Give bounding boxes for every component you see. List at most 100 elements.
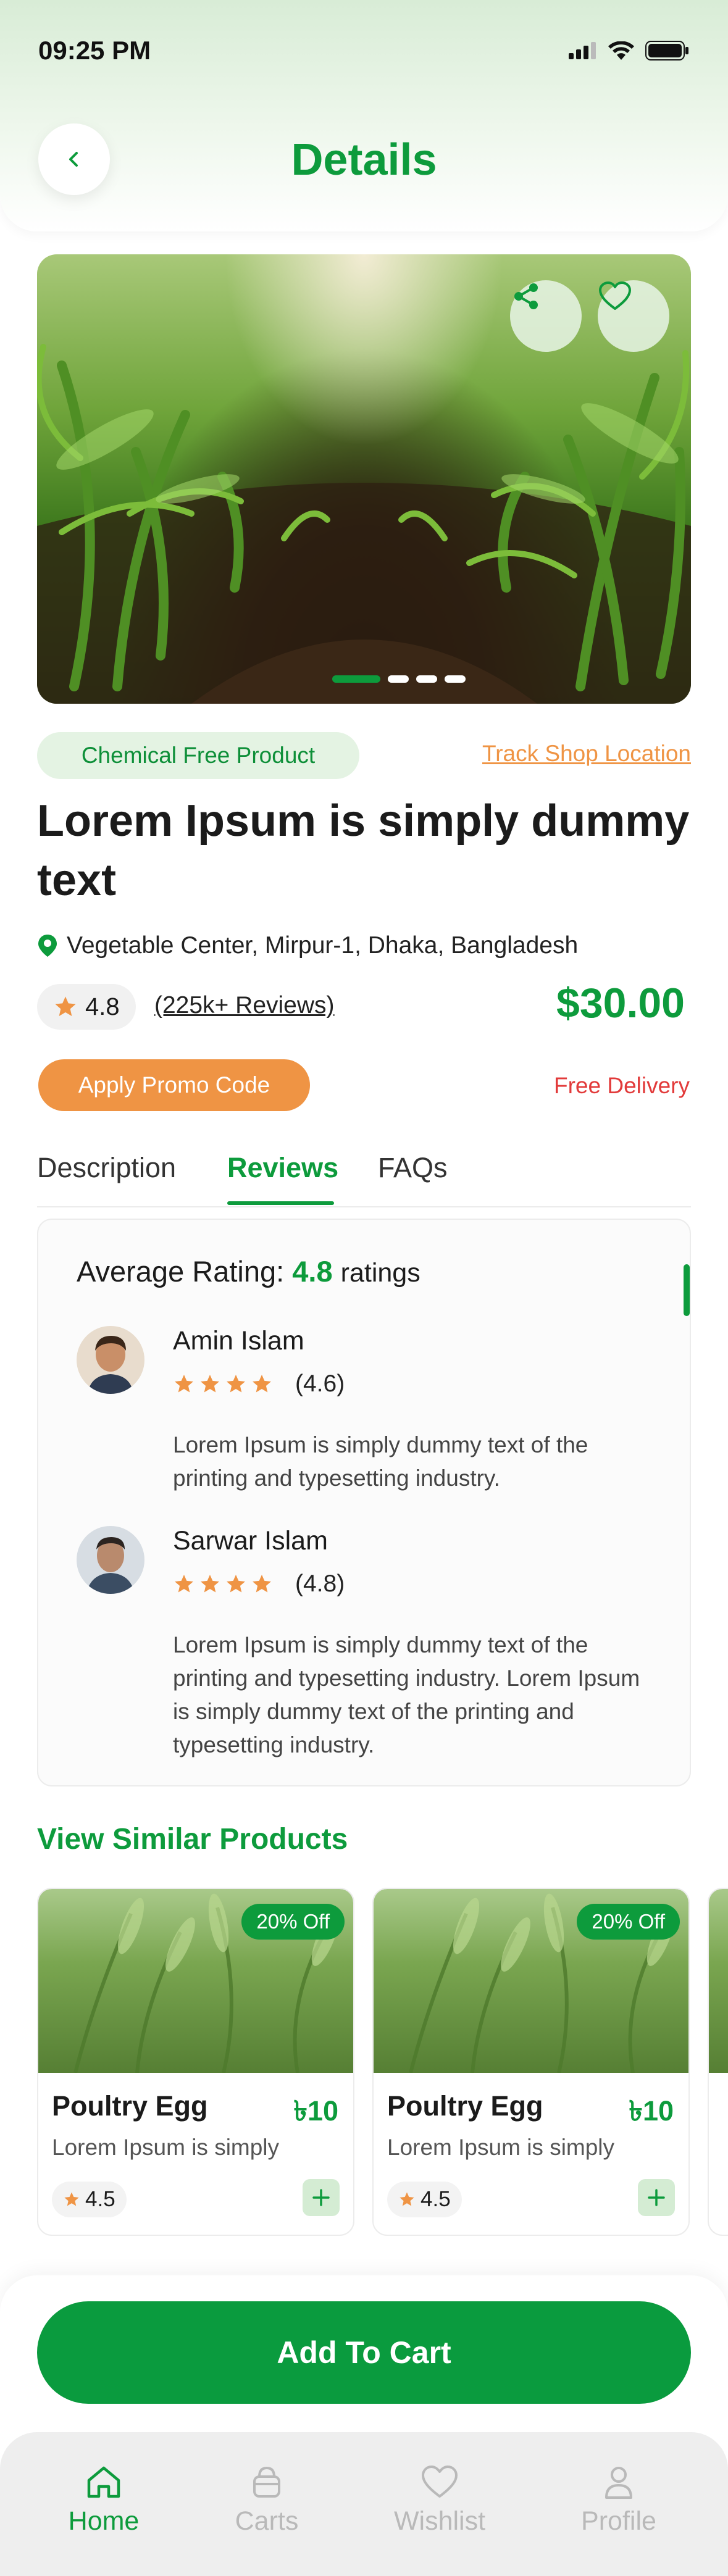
track-shop-location-link[interactable]: Track Shop Location [482, 741, 691, 767]
average-rating: Average Rating: 4.8 ratings [77, 1254, 420, 1288]
star-icon [55, 996, 76, 1016]
carousel-dots [332, 675, 466, 683]
star-icon [64, 2192, 79, 2206]
star-icon [253, 1375, 271, 1393]
review-stars: (4.6) [173, 1370, 345, 1398]
plus-icon [312, 2189, 330, 2206]
user-icon [605, 2467, 632, 2499]
scrollbar-thumb[interactable] [684, 1264, 690, 1316]
review-stars: (4.8) [173, 1570, 345, 1598]
product-tag-badge: Chemical Free Product [37, 732, 359, 779]
star-icon [201, 1575, 219, 1593]
review-score: (4.6) [295, 1370, 345, 1397]
product-card-price: ৳10 [293, 2095, 338, 2127]
average-rating-value: 4.8 [292, 1255, 333, 1288]
product-card-rating: 4.5 [52, 2182, 127, 2217]
home-icon [87, 2466, 120, 2498]
star-icon [253, 1575, 271, 1593]
product-card-name: Poultry Egg [387, 2090, 543, 2122]
review-item: Sarwar Islam (4.8) Lorem Ipsum is simply… [77, 1526, 669, 1761]
plus-icon [648, 2189, 665, 2206]
active-tab-indicator [227, 1201, 334, 1205]
product-card-peek[interactable] [708, 1888, 728, 2236]
add-to-cart-small-button[interactable] [303, 2179, 340, 2216]
header: 09:25 PM Details [0, 0, 728, 231]
reviews-count-link[interactable]: (225k+ Reviews) [154, 992, 335, 1019]
location-pin-icon [38, 935, 57, 957]
heart-icon [422, 2466, 458, 2498]
product-card-price: ৳10 [629, 2095, 674, 2127]
average-rating-label: Average Rating: [77, 1255, 285, 1288]
product-card-image: 20% Off [38, 1889, 353, 2073]
product-image-carousel[interactable] [37, 254, 691, 704]
signal-icon [569, 42, 596, 59]
detail-tabs: Description Reviews FAQs [37, 1152, 691, 1207]
tab-faqs[interactable]: FAQs [378, 1152, 448, 1184]
heart-icon [599, 281, 631, 310]
tab-description[interactable]: Description [37, 1152, 176, 1184]
discount-badge: 20% Off [241, 1904, 345, 1940]
review-item: Amin Islam (4.6) Lorem Ipsum is simply d… [77, 1326, 669, 1505]
reviewer-name: Amin Islam [173, 1326, 304, 1356]
product-card-rating-value: 4.5 [85, 2187, 115, 2211]
product-title: Lorem Ipsum is simply dummy text [37, 796, 690, 905]
share-button[interactable] [510, 280, 582, 352]
nav-label: Profile [581, 2506, 656, 2536]
product-price: $30.00 [556, 980, 685, 1027]
product-card-name: Poultry Egg [52, 2090, 208, 2122]
corn-field-illustration [37, 344, 691, 704]
product-card-description: Lorem Ipsum is simply [52, 2135, 280, 2160]
carousel-dot[interactable] [332, 675, 380, 683]
add-to-cart-small-button[interactable] [638, 2179, 675, 2216]
apply-promo-code-button[interactable]: Apply Promo Code [38, 1059, 310, 1111]
wifi-icon [608, 41, 634, 60]
reviewer-name: Sarwar Islam [173, 1526, 328, 1556]
discount-badge: 20% Off [577, 1904, 680, 1940]
carousel-dot[interactable] [445, 675, 466, 683]
star-icon [227, 1375, 245, 1393]
nav-item-carts[interactable]: Carts [199, 2464, 335, 2536]
review-text: Lorem Ipsum is simply dummy text of the … [173, 1632, 640, 1757]
carousel-dot[interactable] [416, 675, 437, 683]
star-icon [175, 1375, 193, 1393]
product-card[interactable]: 20% Off Poultry Egg ৳10 Lorem Ipsum is s… [372, 1888, 690, 2236]
bottom-navigation: Home Carts Wishlist Profile [0, 2432, 728, 2576]
carousel-dot[interactable] [388, 675, 409, 683]
nav-label: Wishlist [393, 2506, 486, 2536]
reviews-panel: Average Rating: 4.8 ratings Amin Islam (… [37, 1219, 691, 1786]
status-time: 09:25 PM [38, 36, 151, 65]
star-icon [201, 1375, 219, 1393]
location-text: Vegetable Center, Mirpur-1, Dhaka, Bangl… [67, 932, 579, 959]
status-icons [569, 41, 690, 60]
average-rating-suffix: ratings [340, 1258, 420, 1288]
star-icon [227, 1575, 245, 1593]
nav-label: Home [68, 2506, 140, 2536]
product-card[interactable]: 20% Off Poultry Egg ৳10 Lorem Ipsum is s… [37, 1888, 354, 2236]
basket-icon [253, 2466, 280, 2498]
rating-badge: 4.8 [37, 984, 136, 1030]
tab-reviews[interactable]: Reviews [227, 1152, 338, 1184]
review-score: (4.8) [295, 1570, 345, 1597]
nav-label: Carts [235, 2506, 299, 2536]
share-icon [514, 283, 538, 309]
page-title: Details [291, 135, 437, 185]
nav-item-profile[interactable]: Profile [551, 2464, 687, 2536]
shop-location: Vegetable Center, Mirpur-1, Dhaka, Bangl… [37, 932, 578, 959]
nav-item-wishlist[interactable]: Wishlist [372, 2464, 508, 2536]
product-card-rating-value: 4.5 [420, 2187, 451, 2211]
review-text: Lorem Ipsum is simply dummy text of the … [173, 1432, 588, 1491]
product-card-image [709, 1889, 728, 2073]
avatar [77, 1326, 144, 1394]
delivery-info: Free Delivery [554, 1073, 690, 1098]
battery-icon [645, 41, 688, 60]
avatar [77, 1526, 144, 1594]
product-card-image: 20% Off [374, 1889, 688, 2073]
add-to-cart-button[interactable]: Add To Cart [37, 2301, 691, 2404]
similar-products-title: View Similar Products [37, 1823, 348, 1856]
rating-value: 4.8 [85, 993, 120, 1020]
product-card-rating: 4.5 [387, 2182, 462, 2217]
nav-item-home[interactable]: Home [36, 2464, 172, 2536]
wishlist-toggle-button[interactable] [598, 280, 669, 352]
star-icon [400, 2192, 414, 2206]
product-card-description: Lorem Ipsum is simply [387, 2135, 615, 2160]
